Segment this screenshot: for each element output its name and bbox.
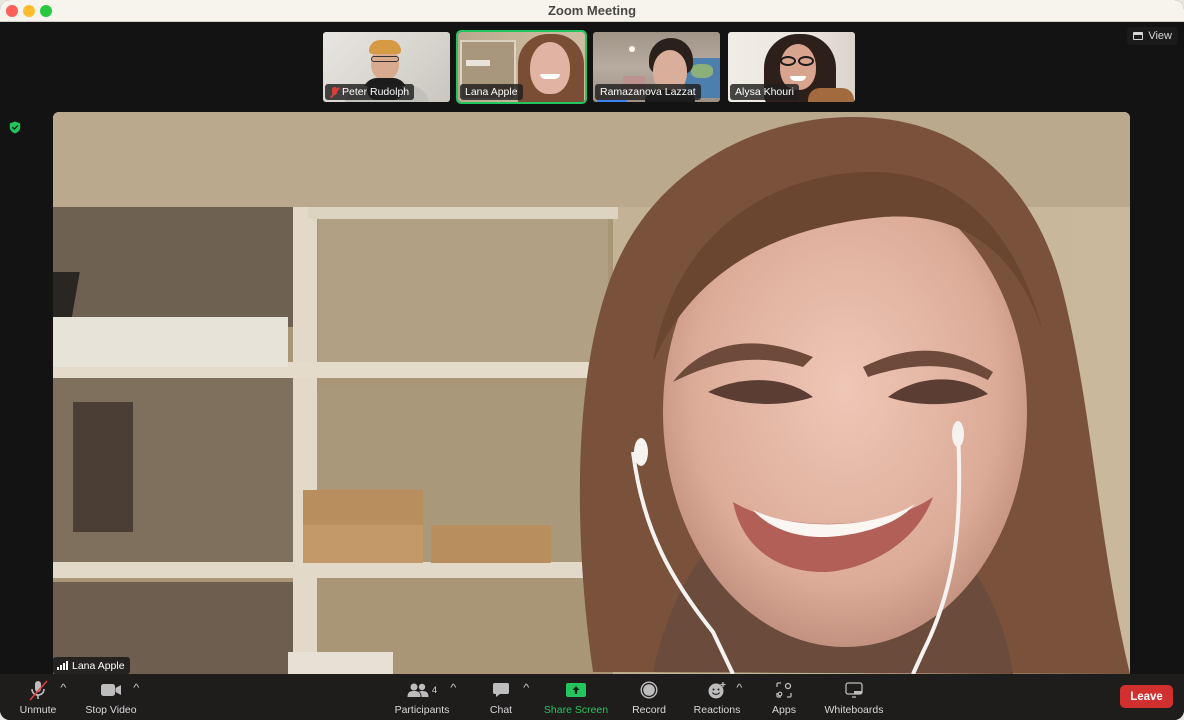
- whiteboard-icon: [845, 678, 863, 702]
- participant-tile-ramazanova-lazzat[interactable]: Ramazanova Lazzat: [591, 30, 722, 104]
- zoom-window: Zoom Meeting Peter Rudolph Lana Apple Ra…: [0, 0, 1184, 720]
- title-bar: Zoom Meeting: [0, 0, 1184, 22]
- muted-mic-icon: [330, 86, 339, 98]
- active-speaker-video[interactable]: [53, 112, 1130, 674]
- participants-icon: 4: [407, 678, 437, 702]
- leave-meeting-button[interactable]: Leave: [1120, 685, 1173, 708]
- reactions-button[interactable]: Reactions: [694, 674, 740, 720]
- participants-button[interactable]: 4 Participants: [393, 674, 451, 720]
- video-camera-icon: [100, 678, 122, 702]
- participants-options-caret[interactable]: ^: [450, 683, 456, 694]
- reactions-options-caret[interactable]: ^: [736, 683, 742, 694]
- meeting-stage: Peter Rudolph Lana Apple Ramazanova Lazz…: [0, 22, 1184, 674]
- video-options-caret[interactable]: ^: [133, 683, 139, 694]
- participant-name-label: Ramazanova Lazzat: [595, 84, 701, 100]
- participant-count: 4: [431, 684, 438, 696]
- speaker-video-frame: [53, 112, 1130, 674]
- speaking-indicator: [597, 100, 627, 102]
- view-layout-icon: [1133, 32, 1144, 40]
- participant-thumbnails: Peter Rudolph Lana Apple Ramazanova Lazz…: [321, 30, 857, 104]
- participant-name-label: Lana Apple: [460, 84, 523, 100]
- meeting-toolbar: Unmute ^ Stop Video ^ 4 Participants ^ C…: [0, 674, 1184, 720]
- participant-tile-lana-apple[interactable]: Lana Apple: [456, 30, 587, 104]
- reactions-icon: [707, 678, 727, 702]
- window-title: Zoom Meeting: [547, 3, 637, 18]
- speaker-name-tag: Lana Apple: [53, 657, 130, 674]
- record-icon: [640, 678, 658, 702]
- record-button[interactable]: Record: [631, 674, 667, 720]
- chat-bubble-icon: [492, 678, 510, 702]
- unmute-button[interactable]: Unmute: [18, 674, 58, 720]
- share-screen-button[interactable]: Share Screen: [544, 674, 608, 720]
- chat-button[interactable]: Chat: [486, 674, 516, 720]
- participant-tile-alysa-khouri[interactable]: Alysa Khouri: [726, 30, 857, 104]
- apps-icon: [776, 678, 792, 702]
- whiteboards-button[interactable]: Whiteboards: [824, 674, 884, 720]
- view-button[interactable]: View: [1127, 27, 1178, 45]
- chat-options-caret[interactable]: ^: [523, 683, 529, 694]
- participant-tile-peter-rudolph[interactable]: Peter Rudolph: [321, 30, 452, 104]
- participant-name-label: Peter Rudolph: [325, 84, 415, 100]
- participant-name-label: Alysa Khouri: [730, 84, 799, 100]
- stop-video-button[interactable]: Stop Video: [84, 674, 138, 720]
- signal-strength-icon: [57, 661, 68, 670]
- shield-check-icon[interactable]: [9, 121, 21, 134]
- audio-options-caret[interactable]: ^: [60, 683, 66, 694]
- apps-button[interactable]: Apps: [770, 674, 798, 720]
- mic-off-icon: [27, 678, 49, 702]
- share-screen-icon: [566, 678, 586, 702]
